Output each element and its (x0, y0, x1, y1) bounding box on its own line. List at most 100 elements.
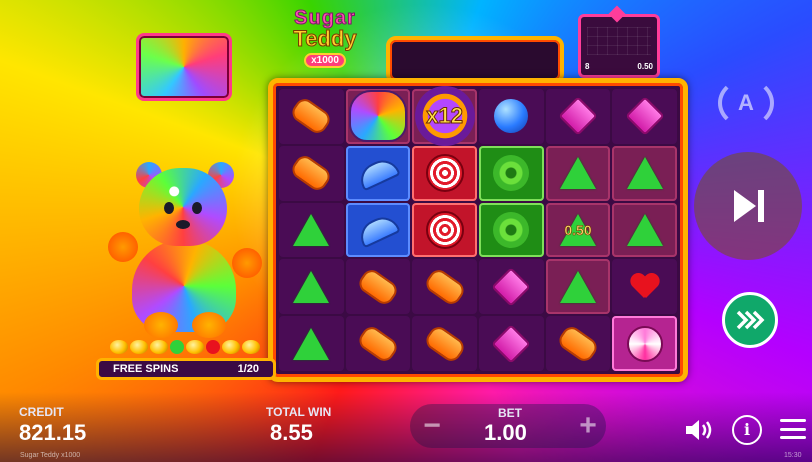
bear-eye-right (192, 202, 202, 214)
reel-cell (478, 316, 544, 371)
reel-frame: x12 0.50 (268, 78, 688, 382)
top-banner (386, 36, 564, 84)
bet-decrease-button[interactable]: − (410, 404, 454, 448)
info-button[interactable]: i (732, 415, 762, 445)
reel-cell (279, 89, 344, 144)
reel-cell (345, 202, 411, 258)
orange-candy-icon (355, 322, 401, 365)
pink-diamond-icon (491, 266, 532, 307)
turbo-button[interactable] (722, 292, 778, 348)
pink-diamond-icon (558, 96, 598, 137)
bear-head (139, 168, 227, 246)
mini-panel-grid (587, 27, 651, 55)
menu-icon-bar (780, 419, 806, 422)
reel-cell (345, 316, 411, 371)
red-gem-icon (206, 340, 220, 354)
credit-label: CREDIT (19, 405, 64, 419)
pink-diamond-icon (624, 96, 665, 137)
reel-cell (279, 202, 344, 258)
reel-cell (345, 145, 411, 201)
pink-diamond-icon (491, 323, 532, 364)
blue-candy-icon (355, 211, 401, 249)
reel-cell (478, 89, 544, 144)
green-gumdrop-icon (559, 157, 596, 190)
bear-paw-right (232, 248, 262, 278)
reel-cell (478, 202, 544, 258)
cell-win-value: 0.50 (564, 221, 592, 239)
menu-icon-bar (780, 436, 806, 439)
footer-game-name: Sugar Teddy x1000 (20, 452, 81, 459)
total-win-label: TOTAL WIN (266, 405, 332, 419)
mini-panel-right-value: 0.50 (637, 62, 653, 71)
reel-cell (279, 316, 344, 371)
pink-lollipop-icon (626, 325, 663, 362)
red-lollipop-icon (425, 154, 464, 193)
sound-button[interactable] (684, 418, 716, 442)
green-gumdrop-icon (626, 213, 663, 246)
reel-cell (612, 89, 677, 144)
bet-label: BET (498, 406, 522, 420)
reel-cell (545, 89, 611, 144)
logo-line-teddy: Teddy (293, 26, 357, 51)
reel-cell (612, 202, 677, 258)
menu-icon-bar (780, 427, 806, 431)
footer-clock: 15:30 (784, 452, 802, 459)
game-logo: Sugar Teddy x1000 (284, 8, 366, 72)
play-icon (734, 190, 764, 222)
orange-candy-icon (555, 322, 601, 365)
spin-button[interactable] (694, 152, 802, 260)
free-spins-label: FREE SPINS (113, 363, 179, 375)
reel-cell (612, 259, 677, 315)
reel-cell (545, 145, 611, 201)
rainbow-bear-icon (348, 90, 407, 143)
green-gumdrop-icon (293, 270, 330, 303)
mini-panel-left-value: 8 (585, 62, 590, 71)
orange-candy-icon (288, 95, 334, 138)
blue-ball-icon (494, 99, 529, 134)
mini-info-panel: 8 0.50 (578, 5, 660, 78)
reel-cell (545, 316, 611, 371)
rainbow-bear-character (104, 162, 264, 352)
green-gem-icon (170, 340, 184, 354)
bet-increase-button[interactable]: + (566, 404, 610, 448)
reel-cell (412, 202, 477, 258)
multiplier-badge: x12 (414, 86, 475, 147)
multiplier-label: x12 (426, 103, 464, 129)
green-flower-icon (493, 211, 530, 248)
orange-candy-icon (355, 266, 401, 308)
free-spins-counter: FREE SPINS 1/20 (96, 358, 276, 380)
logo-line-multiplier: x1000 (304, 53, 346, 68)
decorative-panel (136, 33, 232, 101)
orange-candy-icon (422, 266, 468, 308)
logo-line-sugar: Sugar (294, 7, 356, 29)
coin-icon (130, 340, 148, 354)
reel-cell (412, 145, 477, 201)
free-spins-count: 1/20 (237, 363, 259, 375)
orange-candy-icon (288, 152, 334, 194)
mini-panel-text: 8 0.50 (585, 62, 653, 71)
turbo-icon (736, 310, 765, 330)
menu-button[interactable] (780, 419, 806, 439)
reel-cell: 0.50 (545, 202, 611, 258)
reel-cell (412, 316, 477, 371)
reel-cell (612, 316, 677, 371)
reel-grid: x12 0.50 (279, 86, 677, 371)
autoplay-label: A (738, 90, 754, 115)
reel-cell (279, 145, 344, 201)
info-icon: i (743, 420, 751, 439)
bear-nose (176, 220, 190, 229)
bet-value: 1.00 (484, 420, 527, 445)
reel-cell (279, 259, 344, 315)
coin-icon (186, 340, 204, 354)
reel-cell (345, 89, 411, 144)
green-gumdrop-icon (293, 327, 330, 360)
coin-icon (110, 340, 128, 354)
reel-cell (478, 145, 544, 201)
coin-icon (150, 340, 168, 354)
autoplay-button[interactable]: A (718, 78, 774, 128)
sound-icon (686, 420, 712, 440)
reel-cell: x12 (412, 86, 477, 147)
reel-cell (345, 259, 411, 315)
credit-value: 821.15 (19, 420, 87, 445)
green-flower-icon (493, 155, 530, 192)
